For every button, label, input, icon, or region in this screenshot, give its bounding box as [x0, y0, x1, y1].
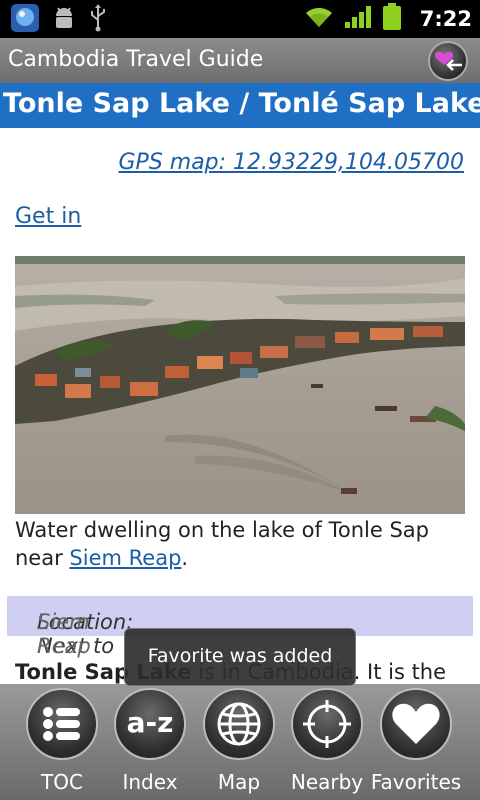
nearby-button[interactable]: [291, 688, 363, 760]
siem-reap-link[interactable]: Siem Reap: [69, 546, 181, 570]
toast-message: Favorite was added: [147, 645, 333, 667]
usb-icon: [88, 4, 108, 36]
bottom-navigation: TOC a-z Index Map Nearby Favorites: [0, 684, 480, 800]
photo-caption: Water dwelling on the lake of Tonle Sap …: [15, 516, 470, 572]
nav-toc[interactable]: TOC: [17, 684, 105, 800]
clock: 7:22: [419, 7, 472, 31]
app-notification-icon: [10, 3, 40, 37]
crosshair-icon: [303, 700, 351, 748]
favorite-back-button[interactable]: [428, 41, 468, 81]
status-bar: 7:22: [0, 0, 480, 38]
page-title-bar: Tonle Sap Lake / Tonlé Sap Lake: [0, 83, 480, 128]
map-button[interactable]: [203, 688, 275, 760]
app-title: Cambodia Travel Guide: [8, 47, 264, 72]
list-icon: [43, 707, 80, 741]
globe-icon: [217, 702, 261, 746]
index-button[interactable]: a-z: [114, 688, 186, 760]
app-bar: Cambodia Travel Guide: [0, 38, 480, 83]
nav-label-favorites: Favorites: [370, 770, 462, 794]
gps-map-link[interactable]: GPS map: 12.93229,104.05700: [119, 150, 465, 175]
svg-text:a-z: a-z: [127, 706, 174, 739]
a-z-icon: a-z: [127, 706, 174, 739]
signal-icon: [344, 5, 372, 33]
heart-icon: [392, 703, 440, 744]
toast-notification: Favorite was added: [124, 628, 356, 686]
favorites-button[interactable]: [380, 688, 452, 760]
get-in-link[interactable]: Get in: [15, 204, 81, 229]
android-debug-icon: [52, 5, 76, 35]
caption-period: .: [181, 546, 189, 570]
lake-photo: [15, 256, 465, 514]
battery-icon: [382, 3, 402, 35]
wifi-icon: [304, 5, 334, 33]
toc-button[interactable]: [26, 688, 98, 760]
nav-favorites[interactable]: Favorites: [371, 684, 461, 800]
location-link[interactable]: Siem Reap: [37, 610, 91, 658]
heart-arrow-icon: [434, 51, 462, 71]
nav-nearby[interactable]: Nearby: [282, 684, 370, 800]
article-content[interactable]: GPS map: 12.93229,104.05700 Get in Water…: [0, 128, 480, 684]
nav-map[interactable]: Map: [194, 684, 282, 800]
page-title: Tonle Sap Lake / Tonlé Sap Lake: [3, 88, 480, 119]
nav-index[interactable]: a-z Index: [105, 684, 193, 800]
